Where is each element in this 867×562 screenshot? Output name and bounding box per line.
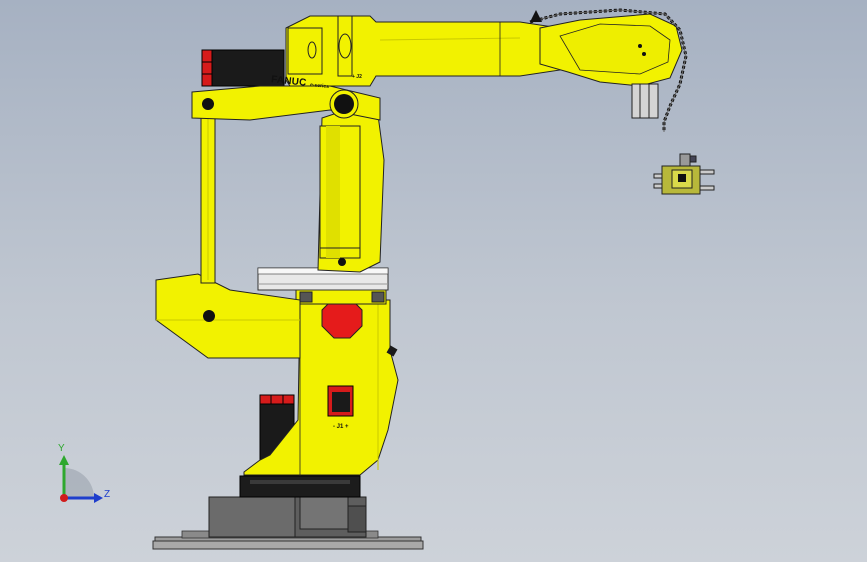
lower-arm bbox=[317, 99, 385, 273]
cad-viewport[interactable]: FANUC e-series + J2 - J1 + Y Z bbox=[0, 0, 867, 562]
robot-base bbox=[208, 475, 367, 538]
triad-z-label: Z bbox=[104, 489, 111, 500]
upper-arm bbox=[285, 15, 561, 87]
gripper-tool bbox=[653, 153, 715, 195]
robot-model-scene[interactable] bbox=[0, 0, 867, 562]
j1-axis-label: - J1 + bbox=[333, 424, 349, 430]
j2-axis-label: + J2 bbox=[352, 74, 362, 80]
forearm-wrist bbox=[539, 13, 683, 119]
j2-yoke bbox=[191, 85, 381, 121]
coordinate-triad[interactable] bbox=[59, 455, 103, 503]
rear-link bbox=[155, 107, 301, 359]
triad-y-label: Y bbox=[58, 443, 65, 454]
